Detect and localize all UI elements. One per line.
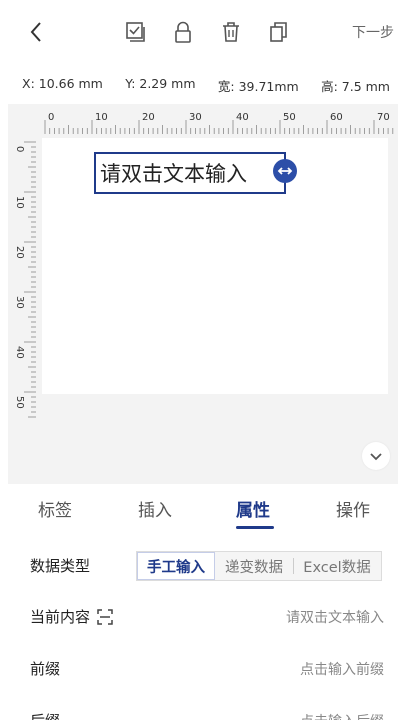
- back-button[interactable]: [24, 18, 48, 46]
- ruler-label: 30: [14, 296, 25, 309]
- next-step-button[interactable]: 下一步: [352, 22, 394, 42]
- current-content-value[interactable]: 请双击文本输入: [286, 607, 384, 627]
- tab-insert[interactable]: 插入: [138, 496, 172, 521]
- data-type-segmented-control: 手工输入 递变数据 Excel数据: [136, 551, 382, 581]
- option-manual-input[interactable]: 手工输入: [137, 552, 215, 580]
- ruler-label: 60: [330, 112, 343, 123]
- option-incremental-data[interactable]: 递变数据: [215, 552, 293, 580]
- delete-button[interactable]: [217, 18, 245, 46]
- current-content-text: 当前内容: [30, 608, 91, 626]
- ruler-label: 10: [95, 112, 108, 123]
- suffix-row[interactable]: 后缀 点击输入后缀: [0, 700, 406, 720]
- multi-select-button[interactable]: [121, 18, 149, 46]
- ruler-label: 70: [377, 112, 390, 123]
- ruler-label: 10: [14, 196, 25, 209]
- prefix-row[interactable]: 前缀 点击输入前缀: [0, 648, 406, 688]
- copy-button[interactable]: [264, 18, 292, 46]
- ruler-label: 40: [236, 112, 249, 123]
- data-type-label: 数据类型: [30, 557, 91, 575]
- chevron-left-icon: [30, 22, 41, 42]
- ruler-label: 50: [283, 112, 296, 123]
- ruler-label: 0: [14, 146, 25, 152]
- ruler-label: 20: [142, 112, 155, 123]
- copy-icon: [270, 22, 287, 42]
- label-paper[interactable]: 请双击文本输入: [42, 138, 388, 394]
- horizontal-ruler: 0 10 20 30 40 50 60 70: [44, 112, 394, 134]
- ruler-label: 50: [14, 396, 25, 409]
- suffix-input[interactable]: 点击输入后缀: [300, 711, 384, 720]
- collapse-panel-button[interactable]: [362, 442, 390, 470]
- lock-icon: [175, 21, 191, 43]
- coordinates-bar: X: 10.66 mm Y: 2.29 mm 宽: 39.71mm 高: 7.5…: [0, 76, 406, 98]
- x-coordinate: X: 10.66 mm: [22, 76, 103, 91]
- resize-handle[interactable]: [273, 159, 297, 183]
- trash-icon: [223, 22, 239, 42]
- tab-label[interactable]: 标签: [38, 496, 72, 521]
- horizontal-arrows-icon: [277, 167, 293, 175]
- prefix-input[interactable]: 点击输入前缀: [300, 659, 384, 679]
- top-toolbar: 下一步: [0, 0, 406, 62]
- tab-properties[interactable]: 属性: [236, 496, 270, 521]
- ruler-label: 0: [48, 112, 54, 123]
- data-type-row: 数据类型 手工输入 递变数据 Excel数据: [0, 545, 406, 585]
- current-content-row[interactable]: 当前内容 请双击文本输入: [0, 596, 406, 636]
- prefix-label: 前缀: [30, 660, 61, 678]
- suffix-label: 后缀: [30, 710, 60, 720]
- label-canvas[interactable]: 0 10 20 30 40 50 60 70 0 10 20 30 40 50 请双击文本输入: [8, 104, 398, 484]
- y-coordinate: Y: 2.29 mm: [125, 76, 196, 91]
- height-value: 高: 7.5 mm: [321, 79, 390, 94]
- option-excel-data[interactable]: Excel数据: [294, 552, 380, 580]
- tab-operations[interactable]: 操作: [336, 496, 370, 521]
- lock-button[interactable]: [169, 18, 197, 46]
- current-content-label: 当前内容: [30, 606, 114, 627]
- ruler-label: 20: [14, 246, 25, 259]
- scan-icon[interactable]: [96, 608, 114, 626]
- text-element[interactable]: 请双击文本输入: [94, 152, 286, 194]
- panel-tabs: 标签 插入 属性 操作: [0, 496, 406, 532]
- checkbox-icon: [126, 22, 145, 42]
- width-value: 宽: 39.71mm: [217, 79, 299, 94]
- active-tab-indicator: [236, 526, 274, 529]
- ruler-label: 30: [189, 112, 202, 123]
- ruler-label: 40: [14, 346, 25, 359]
- vertical-ruler: 0 10 20 30 40 50: [14, 141, 36, 418]
- chevron-down-icon: [370, 453, 382, 461]
